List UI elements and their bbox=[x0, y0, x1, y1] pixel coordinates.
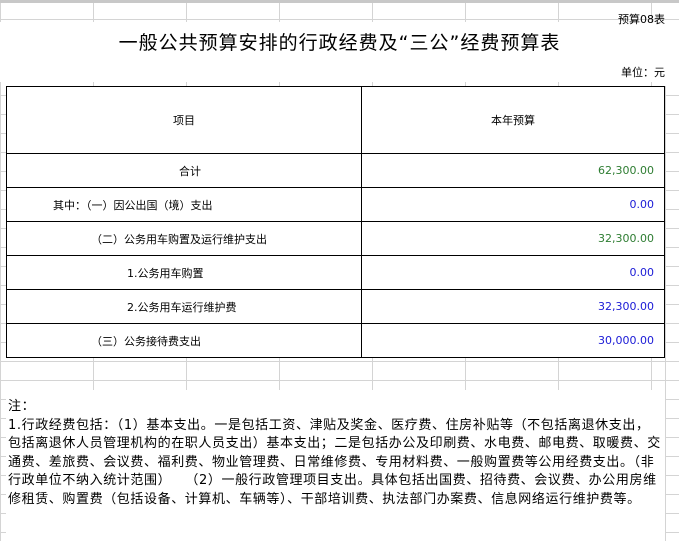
row-value[interactable]: 32,300.00 bbox=[361, 221, 665, 256]
row-label[interactable]: （二）公务用车购置及运行维护支出 bbox=[6, 221, 362, 256]
table-row: 1.公务用车购置 0.00 bbox=[6, 255, 665, 290]
notes-section[interactable]: 注： 1.行政经费包括：（1）基本支出。一是包括工资、津贴及奖金、医疗费、住房补… bbox=[8, 398, 663, 509]
budget-sheet: 预算08表 一般公共预算安排的行政经费及“三公”经费预算表 单位：元 项目 本年… bbox=[0, 0, 679, 541]
table-row: 其中：（一）因公出国（境）支出 0.00 bbox=[6, 187, 665, 222]
row-label[interactable]: 其中：（一）因公出国（境）支出 bbox=[6, 187, 362, 222]
page-title: 一般公共预算安排的行政经费及“三公”经费预算表 bbox=[118, 32, 561, 54]
row-label[interactable]: 合计 bbox=[6, 153, 362, 188]
row-value[interactable]: 0.00 bbox=[361, 255, 665, 290]
table-row: 2.公务用车运行维护费 32,300.00 bbox=[6, 289, 665, 324]
header-item[interactable]: 项目 bbox=[6, 86, 362, 154]
row-value[interactable]: 30,000.00 bbox=[361, 323, 665, 358]
row-label[interactable]: 1.公务用车购置 bbox=[6, 255, 362, 290]
row-label[interactable]: （三）公务接待费支出 bbox=[6, 323, 362, 358]
table-row: （二）公务用车购置及运行维护支出 32,300.00 bbox=[6, 221, 665, 256]
table-row: （三）公务接待费支出 30,000.00 bbox=[6, 323, 665, 358]
unit-label: 单位：元 bbox=[621, 66, 665, 79]
row-value[interactable]: 32,300.00 bbox=[361, 289, 665, 324]
row-value[interactable]: 0.00 bbox=[361, 187, 665, 222]
table-row-total: 合计 62,300.00 bbox=[6, 153, 665, 188]
row-value[interactable]: 62,300.00 bbox=[361, 153, 665, 188]
notes-heading: 注： bbox=[8, 399, 36, 414]
row-label[interactable]: 2.公务用车运行维护费 bbox=[6, 289, 362, 324]
sheet-right-gridline bbox=[665, 86, 666, 541]
table-header-row: 项目 本年预算 bbox=[6, 86, 665, 154]
notes-body: 1.行政经费包括：（1）基本支出。一是包括工资、津贴及奖金、医疗费、住房补贴等（… bbox=[8, 417, 661, 507]
table-number: 预算08表 bbox=[618, 13, 665, 26]
header-budget[interactable]: 本年预算 bbox=[361, 86, 665, 154]
budget-table: 项目 本年预算 合计 62,300.00 其中：（一）因公出国（境）支出 0.0… bbox=[6, 86, 665, 358]
